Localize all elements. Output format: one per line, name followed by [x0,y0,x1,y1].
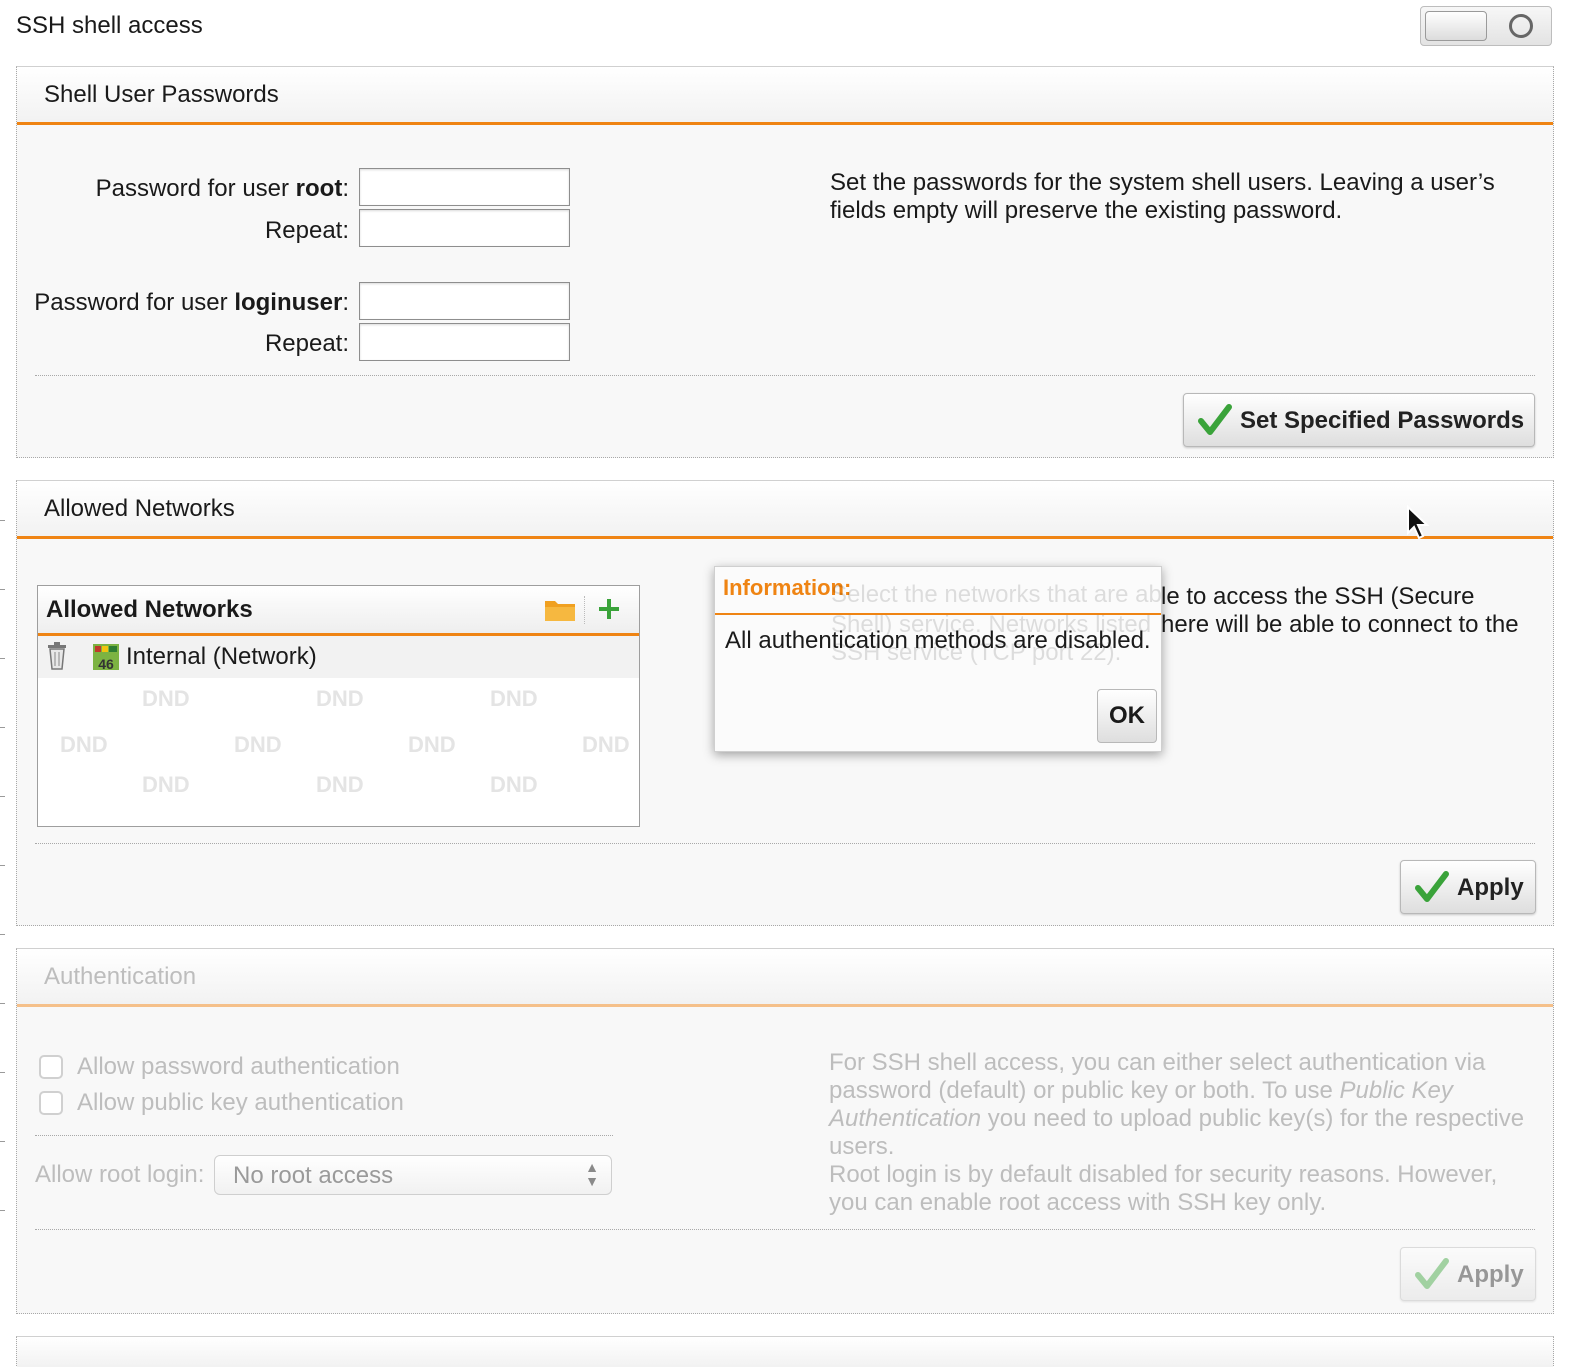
list-header: Allowed Networks [38,586,639,636]
apply-auth-button[interactable]: Apply [1400,1247,1536,1301]
top-bar: SSH shell access [0,0,1570,54]
svg-text:46: 46 [98,656,114,672]
dnd-placeholder: DND [142,772,190,797]
toolbar-separator [584,596,585,624]
add-icon[interactable] [596,596,622,622]
dialog-message: All authentication methods are disabled. [725,627,1151,654]
apply-label: Apply [1457,874,1524,901]
panel-header: Allowed Networks [17,481,1553,539]
select-arrows-icon: ▲ ▼ [585,1159,599,1189]
loginuser-repeat-label: Repeat: [264,330,349,357]
authentication-panel: Authentication Allow password authentica… [16,948,1554,1314]
panel-header [17,1337,1553,1367]
shell-user-passwords-panel: Shell User Passwords Password for user r… [16,66,1554,458]
dnd-placeholder: DND [316,686,364,711]
allow-password-checkbox[interactable] [39,1055,63,1079]
loginuser-password-input[interactable] [359,282,570,320]
trash-icon[interactable] [46,642,68,670]
root-password-input[interactable] [359,168,570,206]
root-login-select[interactable]: No root access ▲ ▼ [214,1155,612,1195]
auth-description: For SSH shell access, you can either sel… [829,1049,1525,1216]
loginuser-password-label: Password for user loginuser: [34,289,349,316]
allowed-networks-list[interactable]: Allowed Networks 46 Internal (Network) D… [37,585,640,827]
next-panel [16,1336,1554,1367]
obscured-text: Select the networks that are ab [831,581,1162,608]
dialog-divider [715,613,1161,615]
networks-description: le to access the SSH (Secure here will b… [1161,583,1519,638]
panel-header: Shell User Passwords [17,67,1553,125]
panel-title: Allowed Networks [44,495,235,522]
checkmark-icon [1198,404,1232,435]
root-password-label: Password for user root: [95,175,349,202]
panel-title: Authentication [44,963,197,990]
divider [35,1135,613,1136]
loginuser-repeat-input[interactable] [359,323,570,361]
root-login-value: No root access [233,1162,394,1189]
checkmark-icon [1415,871,1449,902]
divider [35,375,1535,376]
information-dialog: Information: Select the networks that ar… [714,566,1162,752]
margin-ticks [0,520,6,1320]
page-title: SSH shell access [16,12,203,39]
root-repeat-input[interactable] [359,209,570,247]
apply-label: Apply [1457,1261,1524,1288]
panel-header: Authentication [17,949,1553,1007]
dnd-placeholder: DND [490,772,538,797]
set-passwords-label: Set Specified Passwords [1240,407,1525,434]
divider [35,843,1535,844]
allow-password-label: Allow password authentication [77,1053,400,1080]
network-name: Internal (Network) [126,643,317,670]
folder-icon[interactable] [544,596,576,622]
list-title: Allowed Networks [46,596,253,623]
dnd-placeholder: DND [142,686,190,711]
list-item[interactable]: 46 Internal (Network) [38,636,639,678]
divider [35,1229,1535,1230]
allow-pubkey-checkbox[interactable] [39,1091,63,1115]
ok-button[interactable]: OK [1097,689,1157,743]
passwords-description: Set the passwords for the system shell u… [830,169,1495,224]
panel-title: Shell User Passwords [44,81,279,108]
toggle-knob[interactable] [1425,11,1487,41]
toggle-off-icon [1509,14,1533,38]
mouse-cursor-icon [1407,505,1430,540]
dnd-placeholder: DND [408,732,456,757]
root-repeat-label: Repeat: [264,217,349,244]
network-46-icon: 46 [93,644,119,672]
root-login-label: Allow root login: [35,1161,205,1188]
dnd-placeholder: DND [234,732,282,757]
set-passwords-button[interactable]: Set Specified Passwords [1183,393,1535,447]
allow-pubkey-label: Allow public key authentication [77,1089,404,1116]
dnd-placeholder: DND [490,686,538,711]
dnd-placeholder: DND [316,772,364,797]
dnd-placeholder: DND [582,732,630,757]
dnd-placeholder: DND [60,732,108,757]
ssh-enable-toggle[interactable] [1420,6,1552,46]
checkmark-icon [1415,1258,1449,1289]
apply-networks-button[interactable]: Apply [1400,860,1536,914]
